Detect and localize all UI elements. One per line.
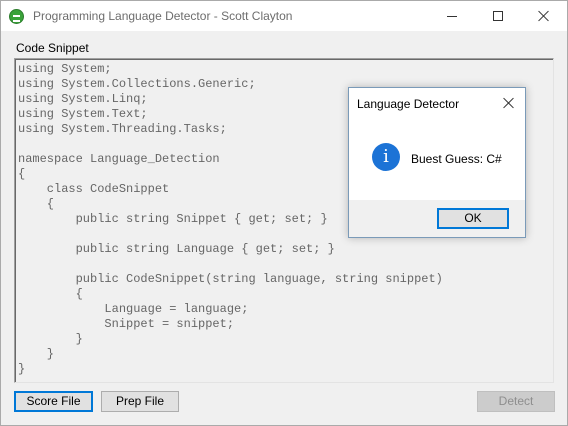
dialog-body: i Buest Guess: C# xyxy=(349,118,525,200)
code-line: public string Language { get; set; } xyxy=(18,242,335,256)
minimize-icon xyxy=(447,16,457,17)
code-line: } xyxy=(18,347,55,361)
dialog-message: Buest Guess: C# xyxy=(411,152,502,166)
code-line: public CodeSnippet(string language, stri… xyxy=(18,272,443,286)
title-bar[interactable]: Programming Language Detector - Scott Cl… xyxy=(1,1,567,31)
dialog-close-button[interactable] xyxy=(495,92,521,114)
dialog-footer: OK xyxy=(349,200,525,237)
window-title: Programming Language Detector - Scott Cl… xyxy=(33,9,293,23)
code-line: Language = language; xyxy=(18,302,249,316)
code-line: } xyxy=(18,362,26,376)
code-line: } xyxy=(18,332,83,346)
close-icon xyxy=(538,10,550,22)
language-detector-dialog: Language Detector i Buest Guess: C# OK xyxy=(348,87,526,238)
code-line: using System; xyxy=(18,62,112,76)
minimize-button[interactable] xyxy=(429,1,475,31)
app-logo-icon xyxy=(9,9,24,24)
maximize-icon xyxy=(493,11,503,21)
score-file-button[interactable]: Score File xyxy=(14,391,93,412)
close-button[interactable] xyxy=(521,1,567,31)
main-window: Programming Language Detector - Scott Cl… xyxy=(0,0,568,426)
prep-file-button[interactable]: Prep File xyxy=(101,391,179,412)
close-icon xyxy=(503,97,515,109)
ok-button[interactable]: OK xyxy=(437,208,509,229)
code-line: Snippet = snippet; xyxy=(18,317,235,331)
code-line: { xyxy=(18,287,83,301)
dialog-title: Language Detector xyxy=(357,97,460,111)
code-snippet-label: Code Snippet xyxy=(16,41,89,55)
detect-button[interactable]: Detect xyxy=(477,391,555,412)
info-icon: i xyxy=(372,143,400,171)
maximize-button[interactable] xyxy=(475,1,521,31)
